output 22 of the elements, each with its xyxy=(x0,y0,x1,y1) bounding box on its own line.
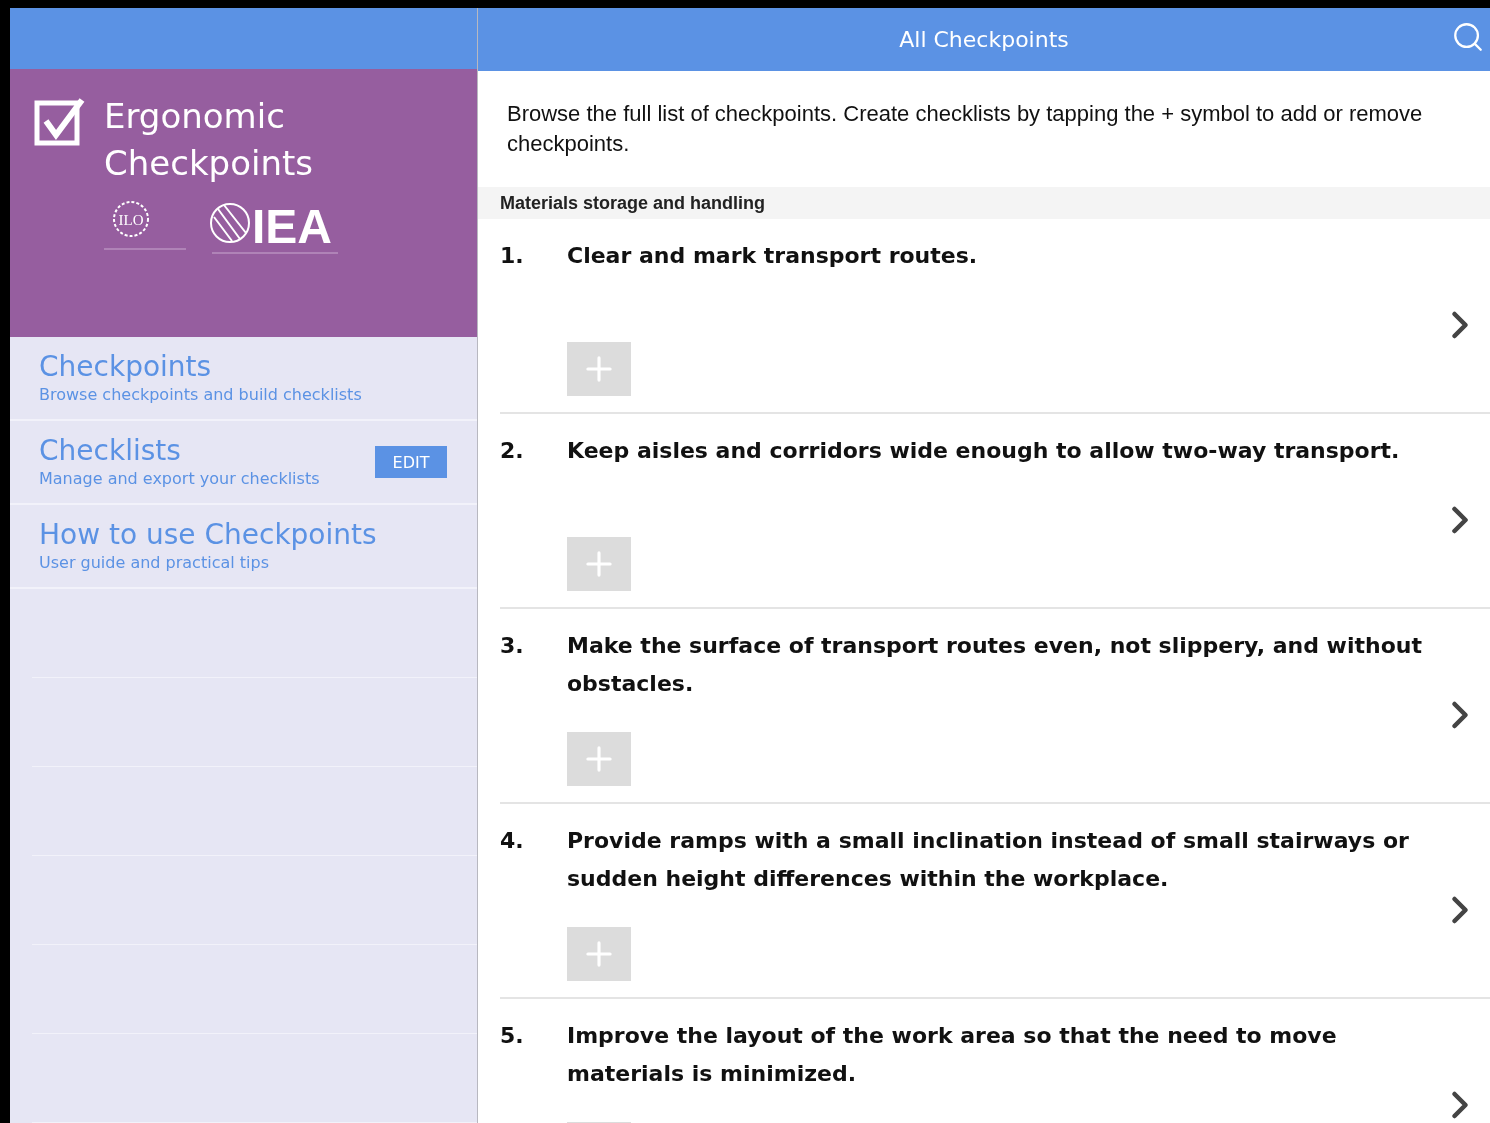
iea-logo-drawing: IEA xyxy=(210,198,340,257)
checkpoint-title[interactable]: Clear and mark transport routes. xyxy=(567,237,1427,275)
search-icon xyxy=(1451,20,1485,54)
checkpoint-title[interactable]: Make the surface of transport routes even, not slippery, and without obstacles. xyxy=(567,627,1427,703)
checkpoint-number: 3. xyxy=(500,632,525,660)
checkpoint-title[interactable]: Keep aisles and corridors wide enough to allow two-way transport. xyxy=(567,432,1427,470)
ilo-logo-drawing: ILO xyxy=(104,198,186,257)
menu-item-subtitle: Manage and export your checklists xyxy=(39,468,321,491)
checkpoint-title[interactable]: Improve the layout of the work area so that the need to move materials is minimized. xyxy=(567,1017,1427,1093)
app-title: Checkpoints xyxy=(104,141,314,185)
checkpoint-title[interactable]: Provide ramps with a small inclination instead of small stairways or sudden height differences within the workplace. xyxy=(567,822,1427,898)
page-title: All Checkpoints xyxy=(899,27,1069,52)
menu-item-subtitle: Browse checkpoints and build checklists xyxy=(39,384,363,407)
app-title: Ergonomic xyxy=(104,94,286,138)
section-header: Materials storage and handling xyxy=(478,187,1490,219)
menu-item-subtitle: User guide and practical tips xyxy=(39,552,270,575)
checkpoint-number: 2. xyxy=(500,437,525,465)
intro-text: Browse the full list of checkpoints. Create checklists by tapping the + symbol to add or remove checkpoints. xyxy=(506,100,1424,158)
checkpoint-number: 4. xyxy=(500,827,525,855)
checkpoint-number: 1. xyxy=(500,242,525,270)
checkpoint-number: 5. xyxy=(500,1022,525,1050)
checkbox-logo-icon xyxy=(34,96,86,149)
